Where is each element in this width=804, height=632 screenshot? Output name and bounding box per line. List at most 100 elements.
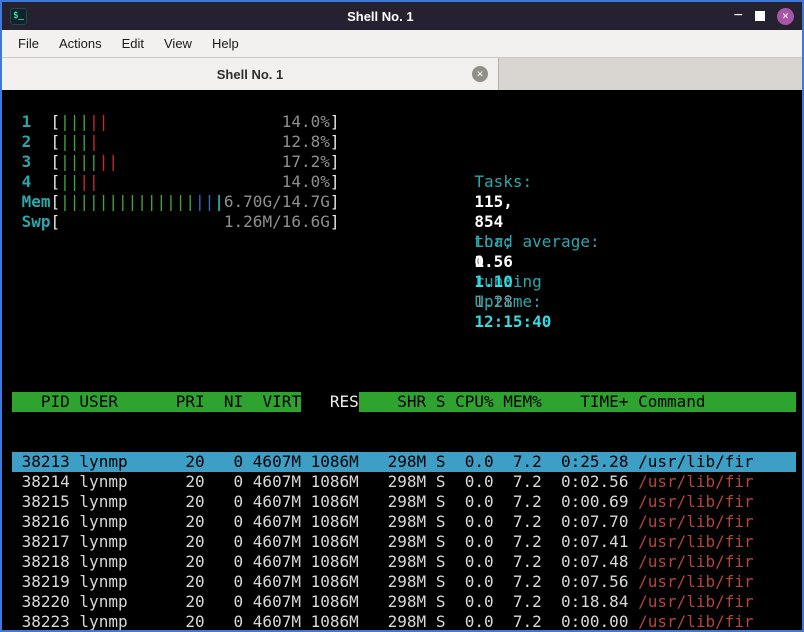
cell-pid: 38213 bbox=[21, 452, 70, 471]
meter-close-bracket: ] bbox=[329, 172, 340, 191]
process-row-38223[interactable]: 38223 lynmp 20 0 4607M 1086M 298M S 0.0 7.2 0:00.0… bbox=[12, 612, 796, 630]
column-header-ni[interactable]: NI bbox=[205, 392, 243, 412]
cell-shr: 298M bbox=[387, 532, 427, 551]
cell-user: lynmp bbox=[79, 492, 128, 511]
meter-open-bracket: [ bbox=[50, 192, 61, 211]
cell-virt: 4607M bbox=[252, 472, 301, 491]
window-controls: − ✕ bbox=[734, 7, 794, 25]
process-row-38213[interactable]: 38213 lynmp 20 0 4607M 1086M 298M S 0.0 7.2 0:25.2… bbox=[12, 452, 796, 472]
cell-cmd: /usr/lib/fir bbox=[638, 592, 754, 611]
menu-help[interactable]: Help bbox=[202, 36, 249, 51]
cell-cpu: 0.0 bbox=[464, 492, 494, 511]
cell-mem: 7.2 bbox=[512, 532, 542, 551]
cell-cmd: /usr/lib/fir bbox=[638, 472, 754, 491]
cell-time: 0:07.56 bbox=[561, 572, 629, 591]
column-header-pri[interactable]: PRI bbox=[166, 392, 205, 412]
cell-time: 0:18.84 bbox=[561, 592, 629, 611]
titlebar[interactable]: $_ Shell No. 1 − ✕ bbox=[2, 2, 802, 30]
meter-label: Swp bbox=[21, 212, 51, 231]
meter-value: 17.2% bbox=[281, 152, 330, 171]
menu-edit[interactable]: Edit bbox=[112, 36, 154, 51]
cpu-memory-meters: 1[||||| 14.0%] 2[|||| 12.8%] 3[|||||| 17.2%] 4… bbox=[22, 112, 350, 332]
column-header-pid[interactable]: PID bbox=[12, 392, 70, 412]
column-header-virt[interactable]: VIRT bbox=[243, 392, 301, 412]
cell-cpu: 0.0 bbox=[464, 572, 494, 591]
tasks-line: Tasks: 115, 854 thr; 1 running bbox=[378, 152, 606, 291]
cell-shr: 298M bbox=[387, 592, 427, 611]
close-button[interactable]: ✕ bbox=[777, 7, 794, 25]
cell-mem: 7.2 bbox=[512, 612, 542, 630]
tab-close-icon[interactable]: ✕ bbox=[472, 66, 488, 82]
cell-virt: 4607M bbox=[252, 492, 301, 511]
minimize-button[interactable]: − bbox=[734, 8, 743, 24]
process-row-38220[interactable]: 38220 lynmp 20 0 4607M 1086M 298M S 0.0 7.2 0:18.8… bbox=[12, 592, 796, 612]
process-row-38215[interactable]: 38215 lynmp 20 0 4607M 1086M 298M S 0.0 7.2 0:00.6… bbox=[12, 492, 796, 512]
column-header-mem[interactable]: MEM% bbox=[494, 392, 542, 412]
terminal-screen[interactable]: 1[||||| 14.0%] 2[|||| 12.8%] 3[|||||| 17.2%] 4… bbox=[2, 90, 802, 630]
cell-shr: 298M bbox=[387, 612, 427, 630]
cell-shr: 298M bbox=[387, 512, 427, 531]
cell-ni: 0 bbox=[233, 612, 244, 630]
cell-pri: 20 bbox=[185, 512, 205, 531]
cell-pri: 20 bbox=[185, 452, 205, 471]
meter-open-bracket: [ bbox=[50, 132, 61, 151]
menubar: File Actions Edit View Help bbox=[2, 30, 802, 58]
load-1min: 0.56 bbox=[474, 252, 513, 271]
cell-pri: 20 bbox=[185, 572, 205, 591]
menu-file[interactable]: File bbox=[8, 36, 49, 51]
cell-pri: 20 bbox=[185, 612, 205, 630]
cell-pid: 38217 bbox=[21, 532, 70, 551]
column-header-user[interactable]: USER bbox=[79, 392, 166, 412]
cell-cmd: /usr/lib/fir bbox=[638, 572, 754, 591]
column-header-s[interactable]: S bbox=[426, 392, 446, 412]
cell-mem: 7.2 bbox=[512, 492, 542, 511]
column-header-cmd[interactable]: Command bbox=[638, 392, 796, 412]
cell-time: 0:07.41 bbox=[561, 532, 629, 551]
process-row-38218[interactable]: 38218 lynmp 20 0 4607M 1086M 298M S 0.0 7.2 0:07.4… bbox=[12, 552, 796, 572]
maximize-button[interactable] bbox=[755, 11, 765, 21]
menu-view[interactable]: View bbox=[154, 36, 202, 51]
column-header-cpu[interactable]: CPU% bbox=[445, 392, 494, 412]
meter-open-bracket: [ bbox=[50, 112, 61, 131]
load-5min: 1.10 bbox=[474, 272, 513, 291]
cell-ni: 0 bbox=[233, 512, 244, 531]
process-table: PID USER PRI NI VIRT RES SHR S CPU% MEM% TIME+ Comm… bbox=[12, 352, 796, 630]
meter-bar: |||| 12.8% bbox=[60, 132, 330, 152]
cell-pri: 20 bbox=[185, 532, 205, 551]
meter-segment: ||| bbox=[60, 132, 90, 151]
cell-ni: 0 bbox=[233, 572, 244, 591]
meter-segment: ||| bbox=[60, 112, 90, 131]
cell-virt: 4607M bbox=[252, 532, 301, 551]
cpu-meter-3: 3[|||||| 17.2%] bbox=[22, 152, 350, 172]
cell-mem: 7.2 bbox=[512, 552, 542, 571]
column-header-shr[interactable]: SHR bbox=[359, 392, 426, 412]
meter-open-bracket: [ bbox=[50, 172, 61, 191]
cell-virt: 4607M bbox=[252, 612, 301, 630]
column-header-res[interactable]: RES bbox=[300, 392, 359, 412]
tab-label: Shell No. 1 bbox=[216, 66, 284, 82]
process-row-38219[interactable]: 38219 lynmp 20 0 4607M 1086M 298M S 0.0 7.2 0:07.5… bbox=[12, 572, 796, 592]
cell-shr: 298M bbox=[387, 552, 427, 571]
tab-shell[interactable]: Shell No. 1 ✕ bbox=[2, 58, 499, 90]
cell-mem: 7.2 bbox=[512, 592, 542, 611]
menu-actions[interactable]: Actions bbox=[49, 36, 112, 51]
cell-cpu: 0.0 bbox=[464, 532, 494, 551]
cell-ni: 0 bbox=[233, 472, 244, 491]
meter-bar: |||||| 17.2% bbox=[60, 152, 330, 172]
htop-header-area: 1[||||| 14.0%] 2[|||| 12.8%] 3[|||||| 17.2%] 4… bbox=[12, 112, 796, 332]
cell-pid: 38215 bbox=[21, 492, 70, 511]
process-row-38214[interactable]: 38214 lynmp 20 0 4607M 1086M 298M S 0.0 7.2 0:02.5… bbox=[12, 472, 796, 492]
cell-res: 1086M bbox=[310, 572, 359, 591]
cell-s: S bbox=[435, 532, 446, 551]
meter-segment: || bbox=[89, 112, 109, 131]
process-row-38217[interactable]: 38217 lynmp 20 0 4607M 1086M 298M S 0.0 7.2 0:07.4… bbox=[12, 532, 796, 552]
cell-s: S bbox=[435, 472, 446, 491]
process-row-38216[interactable]: 38216 lynmp 20 0 4607M 1086M 298M S 0.0 7.2 0:07.7… bbox=[12, 512, 796, 532]
cell-user: lynmp bbox=[79, 592, 128, 611]
column-header-time[interactable]: TIME+ bbox=[542, 392, 628, 412]
meter-segment: || bbox=[60, 172, 80, 191]
cpu-meter-4: 4[|||| 14.0%] bbox=[22, 172, 350, 192]
cell-ni: 0 bbox=[233, 592, 244, 611]
cell-s: S bbox=[435, 592, 446, 611]
cpu-meter-2: 2[|||| 12.8%] bbox=[22, 132, 350, 152]
